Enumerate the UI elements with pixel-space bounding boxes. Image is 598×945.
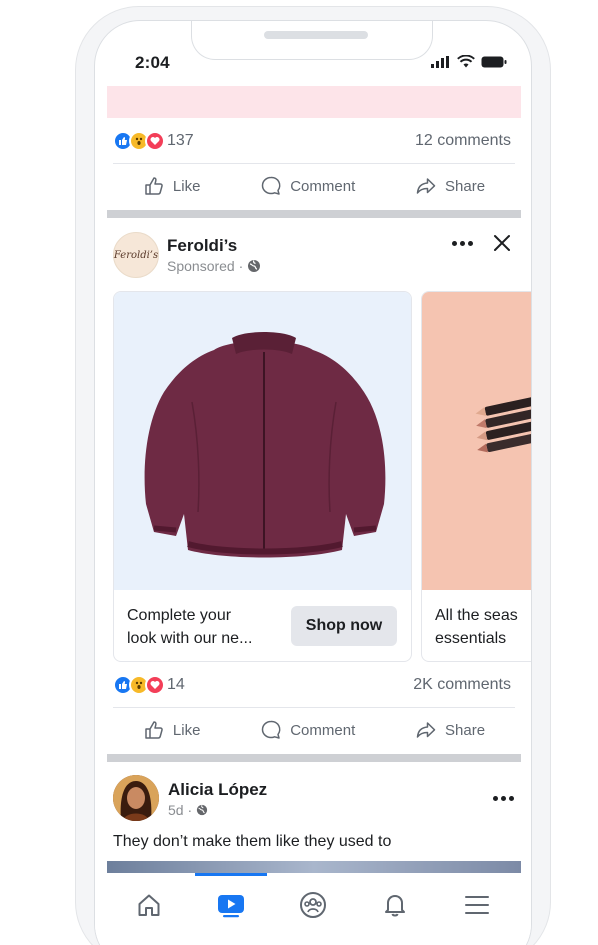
speaker-grille	[264, 31, 368, 39]
reaction-icons	[113, 131, 165, 151]
reaction-count: 14	[167, 676, 185, 693]
like-button[interactable]: Like	[143, 175, 201, 197]
jacket-image	[144, 332, 386, 558]
previous-post-image	[107, 86, 521, 118]
card-text-line1: Complete your	[127, 607, 232, 624]
card-description: All the seas essentials	[435, 604, 518, 650]
author-name[interactable]: Alicia López	[168, 780, 267, 800]
bell-icon	[385, 895, 405, 917]
globe-icon	[248, 260, 261, 272]
thumbs-up-icon	[145, 177, 163, 195]
menu-icon	[465, 896, 489, 914]
love-reaction-icon	[145, 131, 165, 151]
feed-separator	[107, 210, 521, 218]
watch-tab[interactable]	[211, 885, 251, 925]
sponsored-label: Sponsored ·	[167, 258, 261, 274]
share-icon	[416, 178, 436, 194]
carousel-card[interactable]: All the seas essentials	[421, 291, 531, 662]
like-label: Like	[172, 721, 201, 739]
avatar-logo-text: Feroldi’s	[113, 249, 159, 261]
card-description: Complete your look with our ne...	[127, 604, 252, 650]
reaction-count: 137	[167, 132, 194, 149]
product-image-jacket[interactable]	[114, 292, 411, 590]
wifi-icon	[457, 55, 475, 68]
notifications-tab[interactable]	[375, 885, 415, 925]
more-options-icon[interactable]	[493, 796, 514, 801]
avatar-photo	[113, 775, 159, 821]
divider	[113, 707, 515, 708]
battery-icon	[481, 56, 507, 67]
comments-count[interactable]: 2K comments	[413, 676, 511, 694]
sponsored-text: Sponsored ·	[167, 258, 244, 274]
pencils-image	[475, 395, 531, 453]
like-label: Like	[172, 177, 201, 195]
comment-button[interactable]: Comment	[260, 175, 355, 197]
like-button[interactable]: Like	[143, 719, 201, 741]
page-name[interactable]: Feroldi’s	[167, 236, 237, 256]
phone-screen: 2:04 137 12 comments Like Comment Share …	[94, 20, 532, 945]
close-icon[interactable]	[493, 234, 511, 252]
comment-label: Comment	[290, 177, 356, 195]
user-avatar[interactable]	[113, 775, 159, 821]
post-image[interactable]	[107, 861, 521, 873]
comment-button[interactable]: Comment	[260, 719, 355, 741]
signal-icon	[431, 55, 449, 68]
thumbs-up-icon	[145, 721, 163, 739]
share-label: Share	[445, 177, 486, 195]
reaction-icons	[113, 675, 165, 695]
home-icon	[138, 894, 160, 916]
page-avatar[interactable]: Feroldi’s	[113, 232, 159, 278]
more-options-icon[interactable]	[452, 241, 473, 246]
share-button[interactable]: Share	[415, 175, 485, 197]
reaction-summary[interactable]: 14	[113, 675, 185, 695]
comment-label: Comment	[290, 721, 356, 739]
divider	[113, 163, 515, 164]
menu-tab[interactable]	[457, 885, 497, 925]
feed-separator	[107, 754, 521, 762]
globe-icon	[196, 804, 208, 816]
comment-icon	[262, 720, 281, 739]
comments-count[interactable]: 12 comments	[415, 132, 511, 150]
shop-now-button[interactable]: Shop now	[291, 606, 397, 646]
home-tab[interactable]	[129, 885, 169, 925]
active-tab-indicator	[195, 873, 267, 876]
card-text-line2: look with our ne...	[127, 630, 253, 647]
share-button[interactable]: Share	[415, 719, 485, 741]
groups-tab[interactable]	[293, 885, 333, 925]
post-actions: Like Comment Share	[113, 175, 515, 197]
product-image-pencils[interactable]	[422, 292, 531, 590]
share-label: Share	[445, 721, 486, 739]
post-actions: Like Comment Share	[113, 719, 515, 741]
comment-icon	[262, 176, 281, 195]
card-text-line2: essentials	[435, 630, 507, 647]
bottom-navigation	[95, 873, 531, 945]
post-caption: They don’t make them like they used to	[113, 833, 392, 850]
card-text-line1: All the seas	[435, 607, 518, 624]
post-time: 5d ·	[168, 802, 193, 818]
reaction-summary[interactable]: 137	[113, 131, 194, 151]
video-play-icon	[218, 895, 244, 918]
share-icon	[416, 722, 436, 738]
carousel-card[interactable]: Complete your look with our ne... Shop n…	[113, 291, 412, 662]
groups-icon	[300, 892, 326, 918]
love-reaction-icon	[145, 675, 165, 695]
phone-notch	[191, 21, 433, 60]
status-icons	[431, 55, 507, 68]
post-meta: 5d ·	[168, 802, 208, 818]
status-time: 2:04	[135, 53, 170, 72]
